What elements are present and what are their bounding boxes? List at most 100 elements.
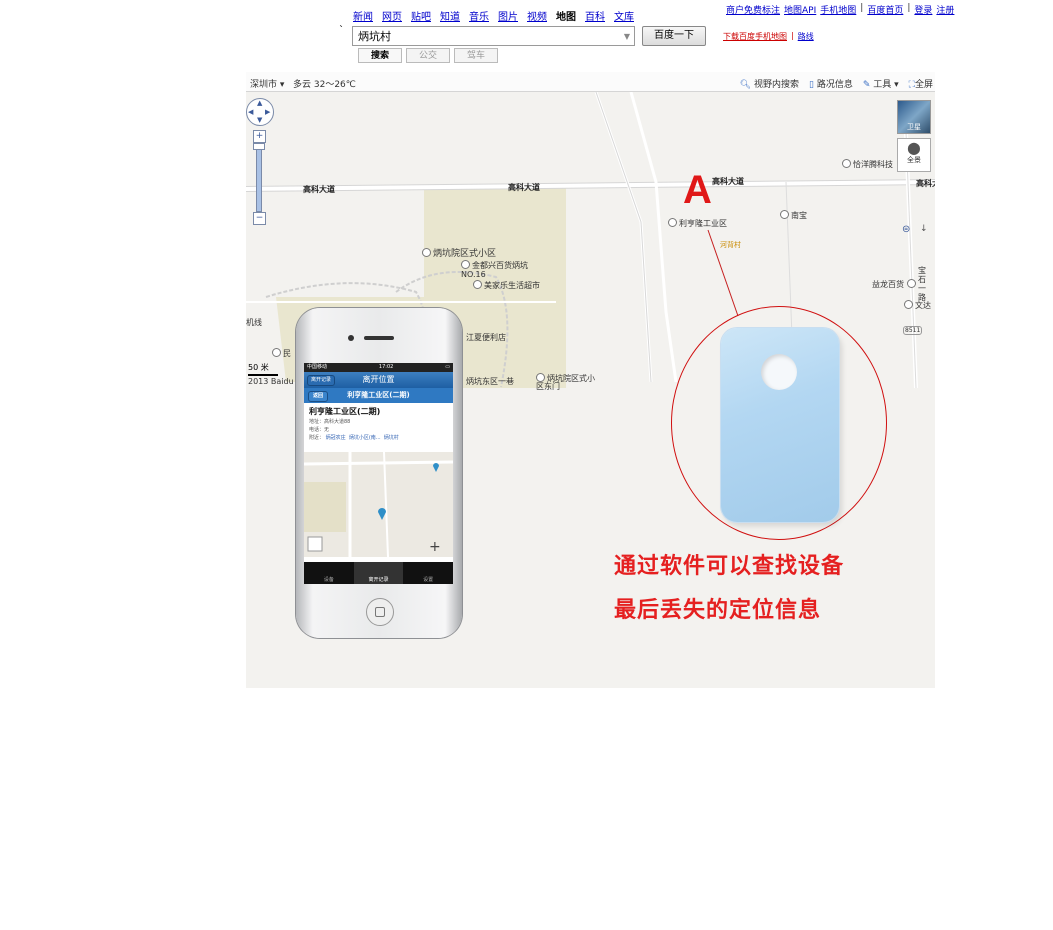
poi[interactable]: 美家乐生活超市: [473, 280, 540, 291]
nearby-link[interactable]: 炳冠农庄: [326, 435, 346, 441]
nav-wenku[interactable]: 文库: [614, 8, 634, 23]
camera-icon: [348, 335, 354, 341]
pan-right-icon: ▶: [265, 108, 271, 116]
traffic-light-icon: ▯: [809, 80, 814, 90]
road-label: 高科大道: [508, 183, 540, 192]
poi-icon: [461, 260, 470, 269]
zoom-slider-handle[interactable]: [253, 143, 265, 150]
place-info: 利亨隆工业区(二期) 地址：高科大道88 电话：无 附近： 炳冠农庄 炳坑小区(…: [309, 407, 399, 441]
poi-icon: [422, 248, 431, 257]
nav-images[interactable]: 图片: [498, 8, 518, 23]
city-selector[interactable]: 深圳市 ▾: [250, 77, 284, 90]
poi[interactable]: 河背村: [720, 240, 741, 250]
nearby-link[interactable]: 炳坑村: [384, 435, 399, 441]
device-keyring-hole: [761, 354, 797, 390]
back-button[interactable]: 返回: [308, 391, 329, 402]
top-right-links: 商户免费标注 地图API 手机地图 | 百度首页 | 登录 注册: [726, 3, 955, 16]
nav-tieba[interactable]: 贴吧: [411, 8, 431, 23]
road-label: 高科大道: [303, 185, 335, 194]
phone-status-bar: 中国移动 17:02 ▭: [304, 363, 453, 372]
poi-icon: [780, 210, 789, 219]
stray-mark: `: [339, 25, 344, 36]
nearby-link[interactable]: 炳坑小区(南...: [349, 435, 381, 441]
search-button[interactable]: 百度一下: [642, 26, 706, 46]
poi[interactable]: 炳坑东区一巷: [466, 376, 514, 387]
search-input[interactable]: [353, 28, 620, 44]
nav-web[interactable]: 网页: [382, 8, 402, 23]
phone-sub-bar: 返回 利亨隆工业区(二期): [304, 388, 453, 403]
satellite-view-button[interactable]: 卫星: [897, 100, 931, 134]
pan-up-icon: ▲: [257, 99, 263, 107]
poi[interactable]: 炳坑院区式小区东门: [536, 373, 596, 391]
home-button: [366, 598, 394, 626]
poi-icon: [668, 218, 677, 227]
poi[interactable]: 江夏便利店: [466, 332, 506, 343]
poi[interactable]: 南宝: [780, 210, 807, 221]
phone-screen: 中国移动 17:02 ▭ 离开记录 离开位置 返回 利亨隆工业区(二期) 利亨隆…: [304, 363, 453, 584]
vertical-road-label: 宝石一路: [918, 266, 926, 302]
download-mobile-map-link[interactable]: 下载百度手机地图: [723, 31, 787, 42]
link-home[interactable]: 百度首页: [867, 3, 903, 16]
phone-tab-settings[interactable]: 设置: [403, 562, 453, 584]
nav-news[interactable]: 新闻: [353, 8, 373, 23]
tracker-device-image: [721, 328, 839, 522]
pan-down-icon: ▼: [257, 116, 263, 124]
nav-music[interactable]: 音乐: [469, 8, 489, 23]
arrow-down-icon: ↓: [920, 224, 928, 234]
map-pan-control[interactable]: ▲ ▼ ◀ ▶: [246, 98, 274, 126]
nav-baike[interactable]: 百科: [585, 8, 605, 23]
link-mobile-map[interactable]: 手机地图: [820, 3, 856, 16]
poi[interactable]: 利亨隆工业区: [668, 218, 727, 229]
phone-mini-map[interactable]: +: [304, 451, 453, 558]
map-canvas[interactable]: ▲ ▼ ◀ ▶ + − 卫星 ⬤ 全景 高科大道 高科大道 高科大道 高科大 炳…: [246, 92, 935, 688]
zoom-in-button[interactable]: +: [253, 130, 266, 143]
link-merchant[interactable]: 商户免费标注: [726, 3, 780, 16]
speaker-grille: [364, 336, 394, 340]
edge-label: 机线: [246, 318, 262, 327]
tools-button[interactable]: ✎ 工具 ▾: [863, 77, 899, 90]
road-badge: 8511: [903, 326, 923, 335]
poi[interactable]: 金都兴百货炳坑NO.16: [461, 260, 531, 279]
link-register[interactable]: 注册: [936, 3, 954, 16]
phone-tab-device[interactable]: 设备: [304, 562, 354, 584]
link-api[interactable]: 地图API: [784, 3, 816, 16]
caption-line-2: 最后丢失的定位信息: [614, 598, 822, 623]
search-in-view-button[interactable]: 🔍︎ 视野内搜索: [740, 77, 799, 90]
zoom-slider-track[interactable]: [256, 144, 262, 212]
tab-drive[interactable]: 驾车: [454, 48, 498, 63]
weather-info: 多云 32～26℃: [293, 80, 356, 90]
tab-search[interactable]: 搜索: [358, 48, 402, 63]
poi[interactable]: 炳坑院区式小区: [422, 246, 496, 259]
panorama-button[interactable]: ⬤ 全景: [897, 138, 931, 172]
nav-zhidao[interactable]: 知道: [440, 8, 460, 23]
fullscreen-button[interactable]: ⛶全屏: [909, 77, 933, 90]
link-login[interactable]: 登录: [914, 3, 932, 16]
zoom-out-button[interactable]: −: [253, 212, 266, 225]
poi[interactable]: 恰洋腾科技: [842, 159, 893, 170]
poi[interactable]: 民: [272, 348, 291, 359]
location-pin-icon: ⬤: [907, 141, 921, 155]
poi[interactable]: 益龙百货: [872, 279, 918, 290]
location-marker-a[interactable]: A: [683, 170, 712, 210]
route-link[interactable]: 路线: [798, 31, 814, 42]
traffic-button[interactable]: ▯ 路况信息: [809, 77, 853, 90]
dropdown-arrow-icon[interactable]: ▼: [620, 32, 634, 41]
poi-icon: [842, 159, 851, 168]
battery-icon: ▭: [445, 364, 450, 370]
nav-video[interactable]: 视频: [527, 8, 547, 23]
phone-title-bar: 离开记录 离开位置: [304, 372, 453, 388]
search-mode-tabs: 搜索 公交 驾车: [358, 48, 502, 63]
wrench-icon: ✎: [862, 80, 871, 90]
poi-icon: [536, 373, 545, 382]
leave-records-button[interactable]: 离开记录: [307, 375, 336, 386]
bus-stop-icon[interactable]: ⊜: [902, 224, 910, 235]
tab-bus[interactable]: 公交: [406, 48, 450, 63]
search-icon: 🔍︎: [739, 80, 752, 90]
phone-tab-leave-records[interactable]: 离开记录: [353, 562, 404, 584]
poi-icon: [473, 280, 482, 289]
road-label: 高科大: [916, 179, 935, 188]
download-links: 下载百度手机地图 | 路线: [723, 31, 814, 42]
phone-tab-bar: 设备 离开记录 设置: [304, 562, 453, 584]
map-scale: 50 米: [248, 362, 278, 376]
search-box: ▼: [352, 26, 635, 46]
